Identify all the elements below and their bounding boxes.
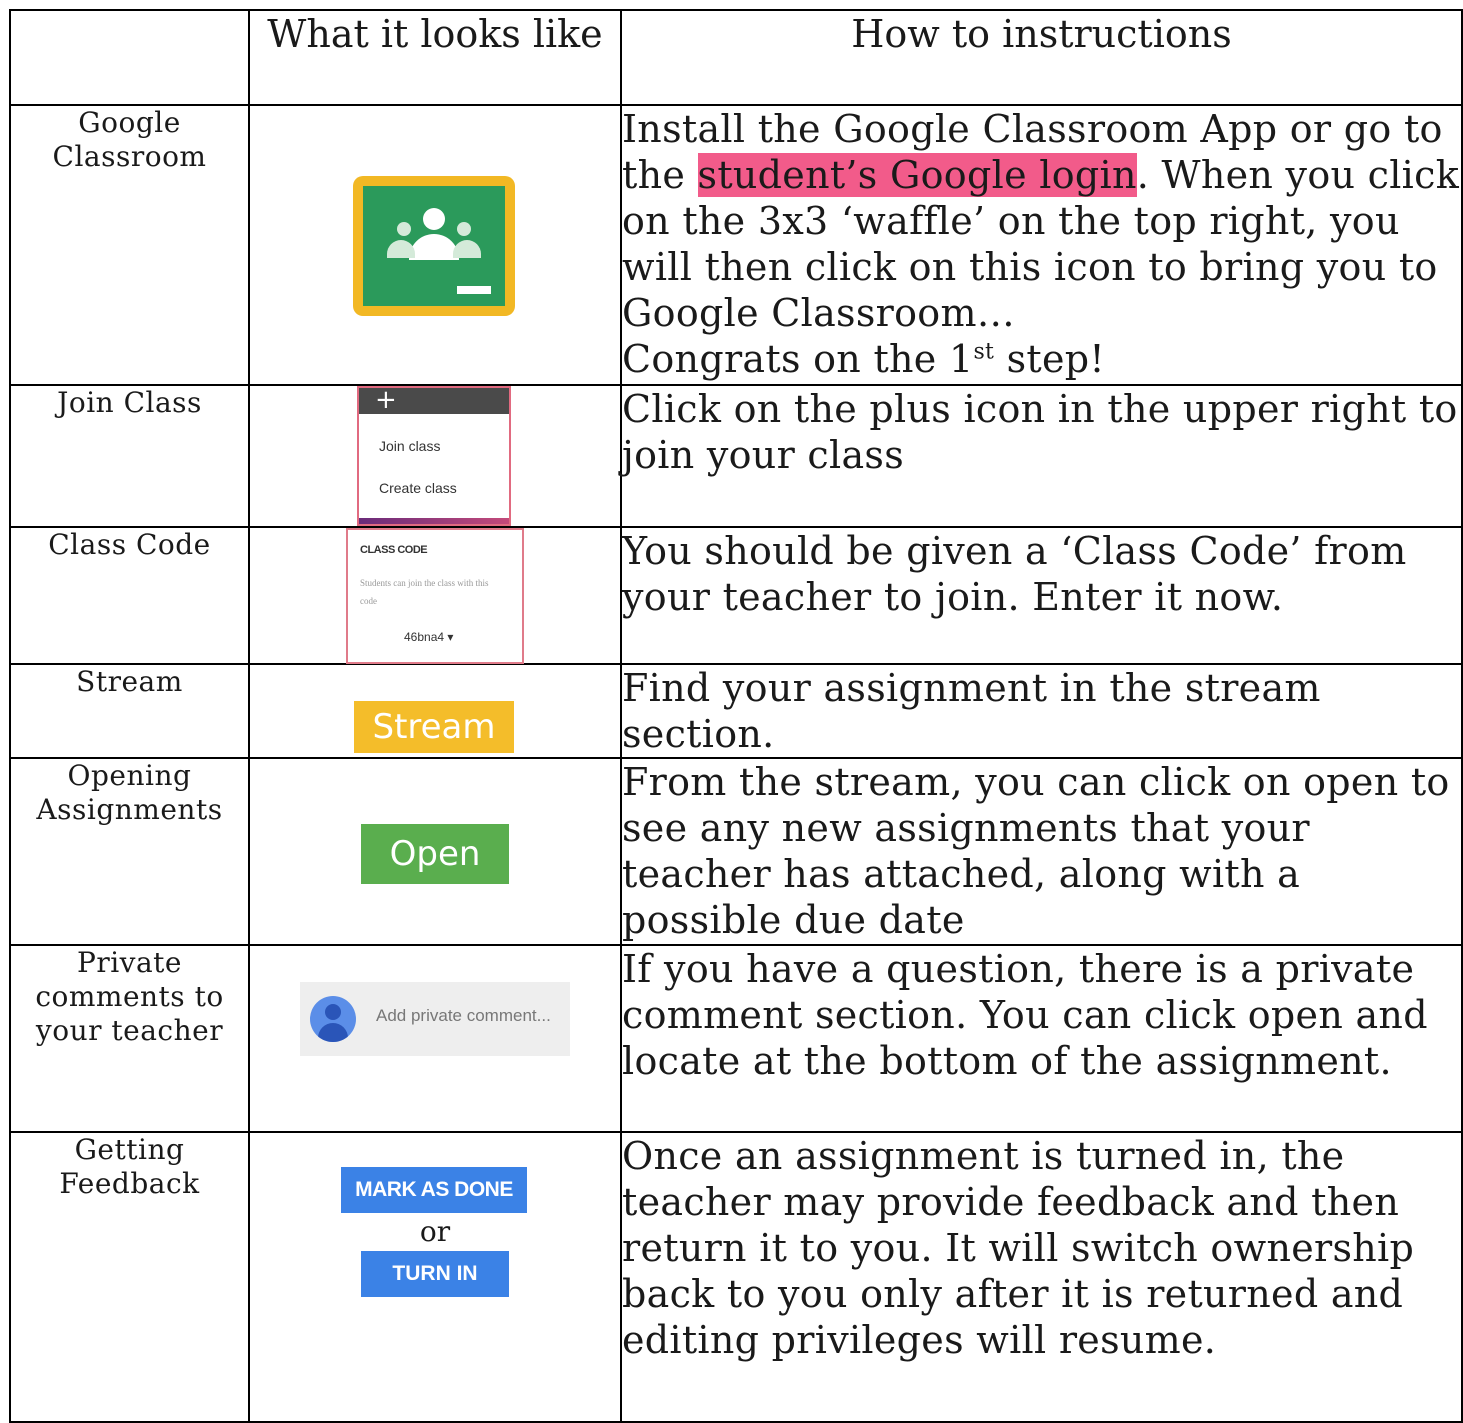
class-code-screenshot: CLASS CODE Students can join the class w…: [346, 528, 524, 664]
instructions-table: What it looks like How to instructions G…: [9, 9, 1463, 1423]
plus-icon: +: [375, 385, 397, 415]
row-label-class-code: Class Code: [9, 526, 250, 665]
header-how-to-instructions: How to instructions: [620, 9, 1463, 106]
visual-cell: [248, 104, 622, 386]
table-row: Join Class + Join class Create class Cli…: [9, 384, 1463, 528]
visual-cell: + Join class Create class: [248, 384, 622, 528]
table-row: Private comments to your teacher Add pri…: [9, 944, 1463, 1133]
table-row: Getting Feedback MARK AS DONE or TURN IN…: [9, 1131, 1463, 1423]
ordinal-superscript: st: [973, 339, 995, 365]
row-label-opening-assignments: Opening Assignments: [9, 757, 250, 946]
row-label-join-class: Join Class: [9, 384, 250, 528]
join-class-menu-screenshot: + Join class Create class: [357, 385, 511, 526]
open-button-image: Open: [361, 824, 509, 884]
row-label-google-classroom: Google Classroom: [9, 104, 250, 386]
class-code-description: Students can join the class with this co…: [360, 578, 489, 606]
stream-button-image: Stream: [354, 701, 514, 753]
private-comment-placeholder: Add private comment...: [376, 1006, 551, 1025]
class-code-value: 46bna4 ▾: [404, 630, 454, 644]
table-row: Opening Assignments Open From the stream…: [9, 757, 1463, 946]
row-label-getting-feedback: Getting Feedback: [9, 1131, 250, 1423]
instruction-part: step!: [994, 337, 1105, 381]
instruction-text: You should be given a ‘Class Code’ from …: [620, 526, 1463, 665]
visual-cell: Open: [248, 757, 622, 946]
instruction-text: Click on the plus icon in the upper righ…: [620, 384, 1463, 528]
instruction-text: If you have a question, there is a priva…: [620, 944, 1463, 1133]
avatar-icon: [310, 996, 356, 1042]
table-row: Class Code CLASS CODE Students can join …: [9, 526, 1463, 665]
instruction-text: Once an assignment is turned in, the tea…: [620, 1131, 1463, 1423]
row-label-stream: Stream: [9, 663, 250, 759]
instruction-text: From the stream, you can click on open t…: [620, 757, 1463, 946]
instruction-part: Congrats on the 1: [622, 337, 974, 381]
menu-item-create-class: Create class: [379, 480, 457, 496]
instruction-text: Find your assignment in the stream secti…: [620, 663, 1463, 759]
class-code-title: CLASS CODE: [360, 544, 428, 556]
instruction-text: Install the Google Classroom App or go t…: [620, 104, 1463, 386]
header-what-it-looks-like: What it looks like: [248, 9, 622, 106]
visual-cell: CLASS CODE Students can join the class w…: [248, 526, 622, 665]
header-row: What it looks like How to instructions: [9, 9, 1463, 106]
table-row: Google Classroom Install the Google Clas…: [9, 104, 1463, 386]
visual-cell: Stream: [248, 663, 622, 759]
visual-cell: Add private comment...: [248, 944, 622, 1133]
turn-in-button-image: TURN IN: [361, 1251, 509, 1297]
header-empty-cell: [9, 9, 250, 106]
or-text: or: [419, 1215, 451, 1248]
private-comment-screenshot: Add private comment...: [300, 982, 570, 1056]
google-classroom-icon: [353, 176, 515, 316]
row-label-private-comments: Private comments to your teacher: [9, 944, 250, 1133]
menu-item-join-class: Join class: [379, 438, 441, 454]
mark-as-done-button-image: MARK AS DONE: [341, 1167, 527, 1213]
visual-cell: MARK AS DONE or TURN IN: [248, 1131, 622, 1423]
table-row: Stream Stream Find your assignment in th…: [9, 663, 1463, 759]
student-google-login-highlight: student’s Google login: [697, 153, 1137, 197]
